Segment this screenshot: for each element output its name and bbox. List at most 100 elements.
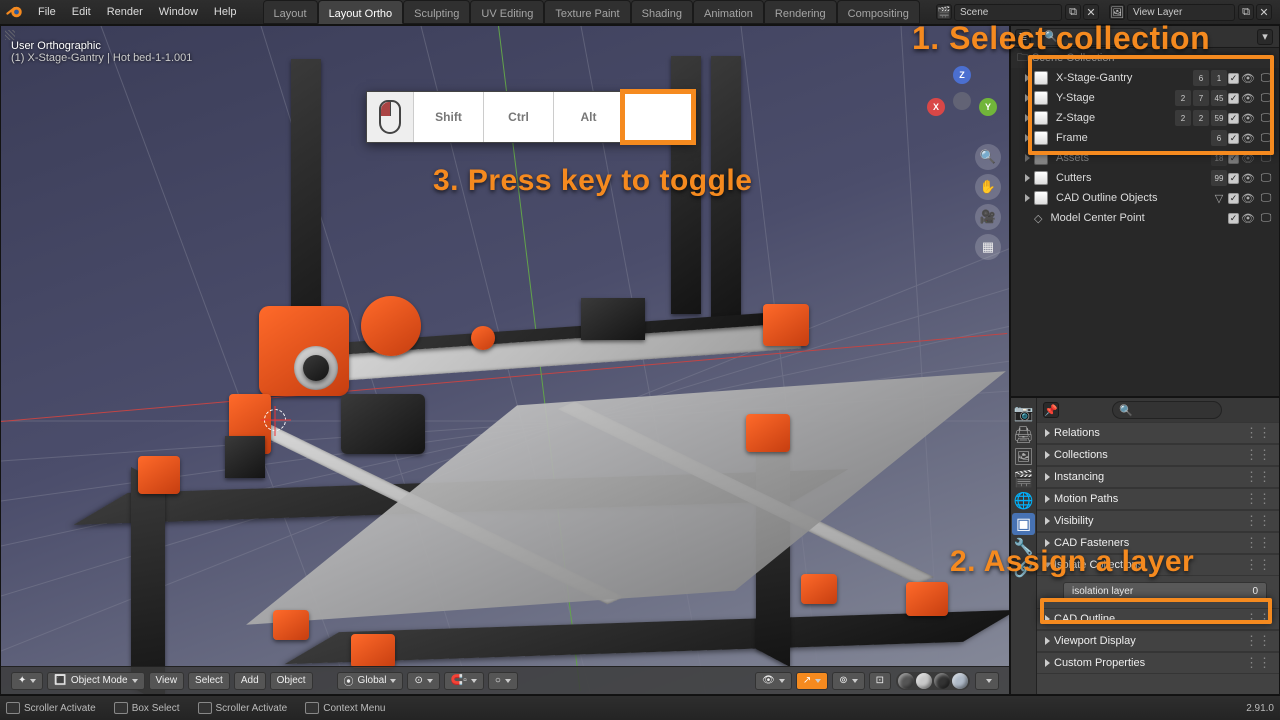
disclosure-triangle-icon[interactable] (1045, 473, 1050, 481)
eye-icon[interactable]: 👁 (1240, 110, 1256, 126)
exclude-checkbox[interactable]: ✓ (1228, 173, 1239, 184)
outliner-item[interactable]: Z-Stage2259✓👁🖵 (1011, 108, 1279, 128)
render-icon[interactable]: 🖵 (1258, 90, 1274, 106)
tab-world-icon[interactable]: 🌐 (1011, 490, 1036, 512)
disclosure-triangle-icon[interactable] (1045, 659, 1050, 667)
disclosure-triangle-icon[interactable] (1045, 637, 1050, 645)
tab-render-icon[interactable]: 📷 (1011, 402, 1036, 424)
props-pin-icon[interactable]: 📌 (1043, 402, 1059, 418)
menu-window[interactable]: Window (151, 6, 206, 18)
props-search[interactable]: 🔍 (1112, 401, 1222, 419)
pivot-select[interactable]: ⊙ (407, 672, 439, 690)
tab-object-icon[interactable]: ▣ (1012, 513, 1035, 535)
panel-menu-icon[interactable]: ⋮⋮ (1245, 655, 1271, 671)
eye-icon[interactable]: 👁 (1240, 150, 1256, 166)
disclosure-triangle-icon[interactable] (1025, 94, 1030, 102)
workspace-tab-animation[interactable]: Animation (693, 0, 764, 24)
outliner-item[interactable]: CAD Outline Objects▽✓👁🖵 (1011, 188, 1279, 208)
eye-icon[interactable]: 👁 (1240, 130, 1256, 146)
nav-gizmo[interactable]: X Y Z (927, 66, 997, 136)
viewlayer-name-field[interactable]: View Layer (1127, 4, 1235, 21)
viewport-3d[interactable]: User Orthographic (1) X-Stage-Gantry | H… (0, 25, 1010, 695)
eye-icon[interactable]: 👁 (1240, 190, 1256, 206)
outliner-item[interactable]: Frame6✓👁🖵 (1011, 128, 1279, 148)
disclosure-triangle-icon[interactable] (1025, 194, 1030, 202)
workspace-tab-texturepaint[interactable]: Texture Paint (544, 0, 630, 24)
exclude-checkbox[interactable]: ✓ (1228, 213, 1239, 224)
isolation-layer-field[interactable]: isolation layer0 (1063, 582, 1267, 600)
disclosure-triangle-icon[interactable] (1025, 154, 1030, 162)
header-menu-add[interactable]: Add (234, 672, 266, 690)
mode-select[interactable]: 🔳 Object Mode (47, 672, 144, 690)
exclude-checkbox[interactable]: ✓ (1228, 153, 1239, 164)
panel-menu-icon[interactable]: ⋮⋮ (1245, 425, 1271, 441)
outliner-filter-icon[interactable]: ▾ (1257, 29, 1273, 45)
render-icon[interactable]: 🖵 (1258, 70, 1274, 86)
render-icon[interactable]: 🖵 (1258, 130, 1274, 146)
panel-menu-icon[interactable]: ⋮⋮ (1245, 447, 1271, 463)
exclude-checkbox[interactable]: ✓ (1228, 93, 1239, 104)
pan-gizmo-icon[interactable]: ✋ (975, 174, 1001, 200)
panel-menu-icon[interactable]: ⋮⋮ (1245, 611, 1271, 627)
eye-icon[interactable]: 👁 (1240, 210, 1256, 226)
panel-menu-icon[interactable]: ⋮⋮ (1245, 513, 1271, 529)
header-menu-select[interactable]: Select (188, 672, 230, 690)
disclosure-triangle-icon[interactable] (1045, 495, 1050, 503)
viewlayer-browse-icon[interactable]: 🖼 (1109, 4, 1125, 20)
panel-menu-icon[interactable]: ⋮⋮ (1245, 557, 1271, 573)
props-panel[interactable]: CAD Outline⋮⋮ (1037, 608, 1279, 630)
snap-toggle[interactable]: 🧲▫ (444, 672, 484, 690)
workspace-tab-sculpting[interactable]: Sculpting (403, 0, 470, 24)
tab-viewlayer-icon[interactable]: 🖼 (1011, 446, 1036, 468)
panel-menu-icon[interactable]: ⋮⋮ (1245, 633, 1271, 649)
props-panel[interactable]: Collections⋮⋮ (1037, 444, 1279, 466)
menu-file[interactable]: File (30, 6, 64, 18)
scene-name-field[interactable]: Scene (954, 4, 1062, 21)
disclosure-triangle-icon[interactable] (1025, 74, 1030, 82)
outliner-item[interactable]: ◇Model Center Point✓👁🖵 (1011, 208, 1279, 228)
shading-mode[interactable] (896, 672, 970, 690)
panel-menu-icon[interactable]: ⋮⋮ (1245, 469, 1271, 485)
outliner-item[interactable]: Assets18✓👁🖵 (1011, 148, 1279, 168)
persp-gizmo-icon[interactable]: ▦ (975, 234, 1001, 260)
render-icon[interactable]: 🖵 (1258, 150, 1274, 166)
scene-delete-icon[interactable]: ✕ (1083, 4, 1099, 20)
eye-icon[interactable]: 👁 (1240, 170, 1256, 186)
disclosure-triangle-icon[interactable] (1045, 429, 1050, 437)
menu-help[interactable]: Help (206, 6, 245, 18)
proportional-edit[interactable]: ○ (488, 672, 518, 690)
workspace-tab-rendering[interactable]: Rendering (764, 0, 837, 24)
disclosure-triangle-icon[interactable] (1045, 615, 1050, 623)
disclosure-triangle-icon[interactable] (1025, 134, 1030, 142)
panel-menu-icon[interactable]: ⋮⋮ (1245, 535, 1271, 551)
scene-browse-icon[interactable]: 🎬 (936, 4, 952, 20)
tab-output-icon[interactable]: 🖨 (1011, 424, 1036, 446)
overlay-toggle[interactable]: ⊚ (832, 672, 864, 690)
props-panel[interactable]: Viewport Display⋮⋮ (1037, 630, 1279, 652)
disclosure-triangle-icon[interactable] (1045, 451, 1050, 459)
shading-options[interactable] (975, 672, 999, 690)
panel-menu-icon[interactable]: ⋮⋮ (1245, 491, 1271, 507)
disclosure-triangle-icon[interactable] (1025, 114, 1030, 122)
header-menu-view[interactable]: View (149, 672, 185, 690)
tab-scene-icon[interactable]: 🎬 (1011, 468, 1036, 490)
disclosure-triangle-icon[interactable] (1025, 174, 1030, 182)
workspace-tab-shading[interactable]: Shading (631, 0, 693, 24)
workspace-tab-layout-ortho[interactable]: Layout Ortho (318, 0, 404, 24)
exclude-checkbox[interactable]: ✓ (1228, 73, 1239, 84)
props-panel[interactable]: Custom Properties⋮⋮ (1037, 652, 1279, 674)
camera-gizmo-icon[interactable]: 🎥 (975, 204, 1001, 230)
props-panel[interactable]: Relations⋮⋮ (1037, 422, 1279, 444)
editor-type-icon[interactable]: ✦ (11, 672, 43, 690)
outliner-item[interactable]: Cutters99✓👁🖵 (1011, 168, 1279, 188)
xray-toggle[interactable]: ⊡ (869, 672, 891, 690)
render-icon[interactable]: 🖵 (1258, 170, 1274, 186)
props-panel[interactable]: Motion Paths⋮⋮ (1037, 488, 1279, 510)
menu-edit[interactable]: Edit (64, 6, 99, 18)
viewlayer-new-icon[interactable]: ⧉ (1238, 4, 1254, 20)
render-icon[interactable]: 🖵 (1258, 210, 1274, 226)
menu-render[interactable]: Render (99, 6, 151, 18)
eye-icon[interactable]: 👁 (1240, 90, 1256, 106)
outliner-item[interactable]: X-Stage-Gantry61✓👁🖵 (1011, 68, 1279, 88)
scene-new-icon[interactable]: ⧉ (1065, 4, 1081, 20)
